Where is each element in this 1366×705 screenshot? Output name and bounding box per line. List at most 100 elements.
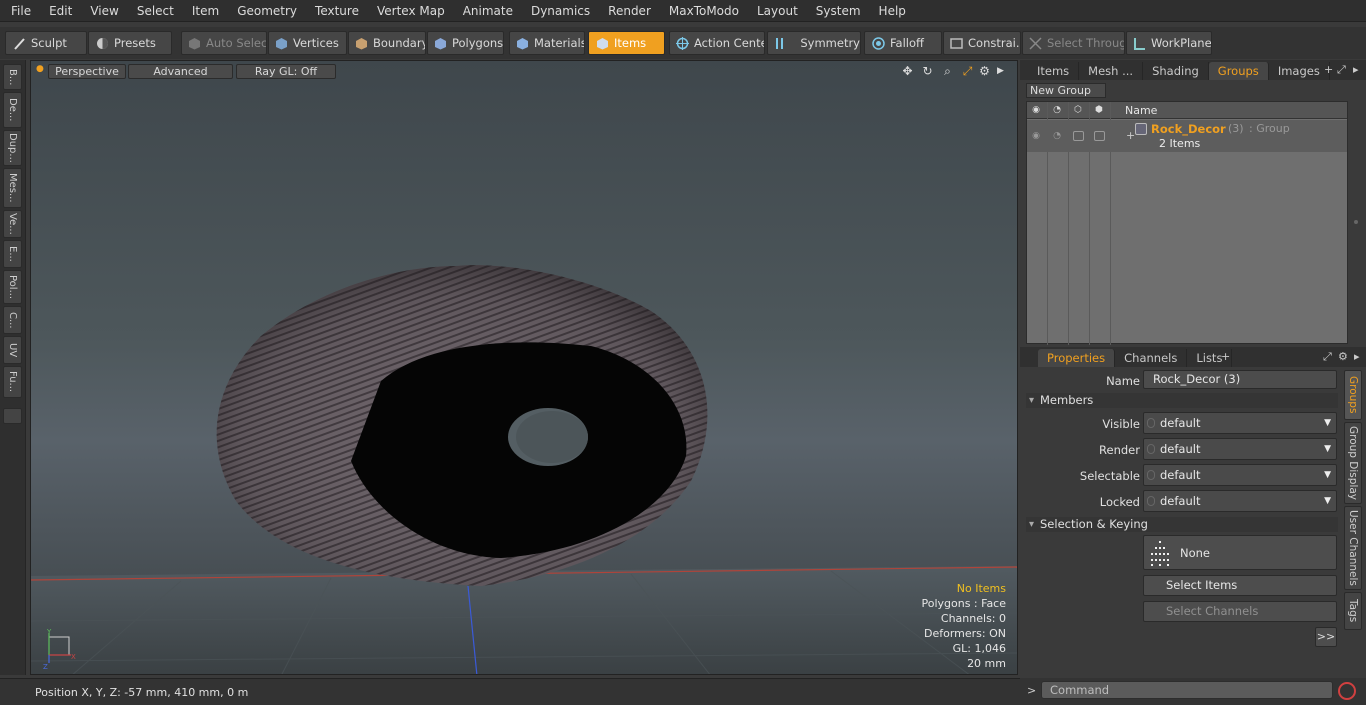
menu-item[interactable]: Item: [181, 4, 226, 18]
selectable-dropdown[interactable]: default ▼: [1143, 464, 1337, 486]
raygl-toggle[interactable]: Ray GL: Off: [236, 64, 336, 79]
side-tab-tags[interactable]: Tags: [1344, 592, 1362, 630]
add-tab-icon[interactable]: +: [1324, 63, 1333, 76]
none-selection-button[interactable]: None: [1143, 535, 1337, 570]
tab-properties[interactable]: Properties: [1038, 349, 1116, 367]
symmetry-button[interactable]: Symmetry: [767, 31, 861, 55]
command-bar: > Command: [1020, 678, 1366, 705]
expand-icon[interactable]: ⤢: [1323, 350, 1332, 364]
constraints-button[interactable]: Constrai...: [943, 31, 1021, 55]
menu-render[interactable]: Render: [597, 4, 658, 18]
expand-plus-icon[interactable]: +: [1126, 129, 1135, 142]
menu-select[interactable]: Select: [126, 4, 181, 18]
menu-animate[interactable]: Animate: [452, 4, 520, 18]
vertices-button[interactable]: Vertices 1: [268, 31, 347, 55]
lock-cube-icon[interactable]: ⬢: [1093, 104, 1105, 116]
menu-vertex-map[interactable]: Vertex Map: [366, 4, 452, 18]
command-input[interactable]: Command: [1041, 681, 1333, 699]
scroll-thumb[interactable]: [1354, 220, 1358, 224]
tab-shading[interactable]: Shading: [1143, 62, 1209, 80]
arrow-right-icon[interactable]: ▸: [1353, 63, 1359, 76]
boundary-button[interactable]: Boundary: [348, 31, 426, 55]
maximize-icon[interactable]: ⤢: [960, 64, 975, 79]
add-tab-icon[interactable]: +: [1221, 350, 1230, 363]
left-tab-uv[interactable]: UV: [3, 336, 22, 364]
left-tab-deform[interactable]: De...: [3, 92, 22, 128]
render-icon[interactable]: ◔: [1051, 104, 1063, 116]
falloff-button[interactable]: Falloff: [864, 31, 942, 55]
menu-help[interactable]: Help: [868, 4, 913, 18]
shading-dropdown[interactable]: Advanced: [128, 64, 233, 79]
select-channels-button[interactable]: Select Channels: [1143, 601, 1337, 622]
name-input[interactable]: Rock_Decor (3): [1143, 370, 1337, 389]
polygons-button[interactable]: Polygons: [427, 31, 504, 55]
menu-maxtomodo[interactable]: MaxToModo: [658, 4, 746, 18]
menu-dynamics[interactable]: Dynamics: [520, 4, 597, 18]
expand-icon[interactable]: ⤢: [1337, 63, 1346, 77]
play-icon[interactable]: ▶: [993, 64, 1008, 79]
more-button[interactable]: >>: [1315, 627, 1337, 647]
record-icon[interactable]: [1338, 682, 1356, 700]
visibility-eye-icon[interactable]: ◉: [1030, 104, 1042, 116]
side-tab-groups[interactable]: Groups: [1344, 370, 1362, 420]
visible-dropdown[interactable]: default ▼: [1143, 412, 1337, 434]
left-tab-fusion[interactable]: Fu...: [3, 366, 22, 398]
left-tab-curve[interactable]: C...: [3, 306, 22, 334]
left-tab-toggle[interactable]: [3, 408, 22, 424]
perspective-dropdown[interactable]: Perspective: [48, 64, 126, 79]
auto-select-button[interactable]: Auto Select: [181, 31, 267, 55]
action-center-button[interactable]: Action Center: [669, 31, 765, 55]
arrow-right-icon[interactable]: ▸: [1354, 350, 1360, 363]
move-icon[interactable]: ✥: [900, 64, 915, 79]
menu-view[interactable]: View: [79, 4, 125, 18]
tab-images[interactable]: Images: [1269, 62, 1330, 80]
tab-groups[interactable]: Groups: [1208, 62, 1269, 80]
workplane-button[interactable]: WorkPlane: [1126, 31, 1212, 55]
new-group-button[interactable]: New Group: [1026, 83, 1106, 98]
rotate-icon[interactable]: ↻: [920, 64, 935, 79]
groups-scrollbar[interactable]: [1350, 82, 1362, 344]
items-button[interactable]: Items: [588, 31, 665, 55]
select-items-button[interactable]: Select Items: [1143, 575, 1337, 596]
select-cube-icon[interactable]: ⬡: [1072, 104, 1084, 116]
row-select-checkbox[interactable]: [1073, 131, 1084, 141]
menu-system[interactable]: System: [805, 4, 868, 18]
tab-channels[interactable]: Channels: [1115, 349, 1188, 367]
left-tab-basic[interactable]: B...: [3, 64, 22, 90]
menu-file[interactable]: File: [0, 4, 38, 18]
side-tab-group-display[interactable]: Group Display: [1344, 422, 1362, 504]
scene-canvas[interactable]: [31, 61, 1018, 675]
locked-dropdown[interactable]: default ▼: [1143, 490, 1337, 512]
tab-mesh[interactable]: Mesh ...: [1079, 62, 1144, 80]
left-tab-polygon[interactable]: Pol...: [3, 270, 22, 304]
menu-texture[interactable]: Texture: [304, 4, 366, 18]
row-visibility-icon[interactable]: ◉: [1030, 130, 1042, 142]
polygons-icon: [434, 36, 447, 50]
presets-button[interactable]: Presets: [88, 31, 172, 55]
render-dropdown[interactable]: default ▼: [1143, 438, 1337, 460]
group-row-rock-decor[interactable]: ◉ ◔ + Rock_Decor (3) : Group 2 Items: [1027, 120, 1347, 152]
left-tab-duplicate[interactable]: Dup...: [3, 130, 22, 166]
select-through-button[interactable]: Select Through: [1022, 31, 1125, 55]
left-tab-label: De...: [7, 98, 18, 122]
materials-button[interactable]: Materials: [509, 31, 585, 55]
tab-items[interactable]: Items: [1028, 62, 1080, 80]
selection-keying-section[interactable]: Selection & Keying: [1026, 517, 1338, 532]
menu-edit[interactable]: Edit: [38, 4, 79, 18]
menu-layout[interactable]: Layout: [746, 4, 805, 18]
3d-viewport[interactable]: ● Perspective Advanced Ray GL: Off ✥ ↻ ⌕…: [30, 60, 1018, 675]
sculpt-button[interactable]: Sculpt: [5, 31, 87, 55]
dotted-grid-icon: [1149, 539, 1171, 567]
row-render-icon[interactable]: ◔: [1051, 130, 1063, 142]
zoom-icon[interactable]: ⌕: [940, 64, 955, 79]
row-lock-checkbox[interactable]: [1094, 131, 1105, 141]
menu-geometry[interactable]: Geometry: [226, 4, 304, 18]
left-tab-edge[interactable]: E...: [3, 240, 22, 268]
gear-icon[interactable]: ⚙: [1338, 350, 1348, 363]
left-tab-vertex[interactable]: Ve...: [3, 210, 22, 238]
side-tab-user-channels[interactable]: User Channels: [1344, 506, 1362, 590]
left-tab-mesh-edit[interactable]: Mes...: [3, 168, 22, 208]
members-section[interactable]: Members: [1026, 393, 1338, 408]
presets-label: Presets: [114, 36, 156, 50]
gear-icon[interactable]: ⚙: [977, 64, 992, 79]
